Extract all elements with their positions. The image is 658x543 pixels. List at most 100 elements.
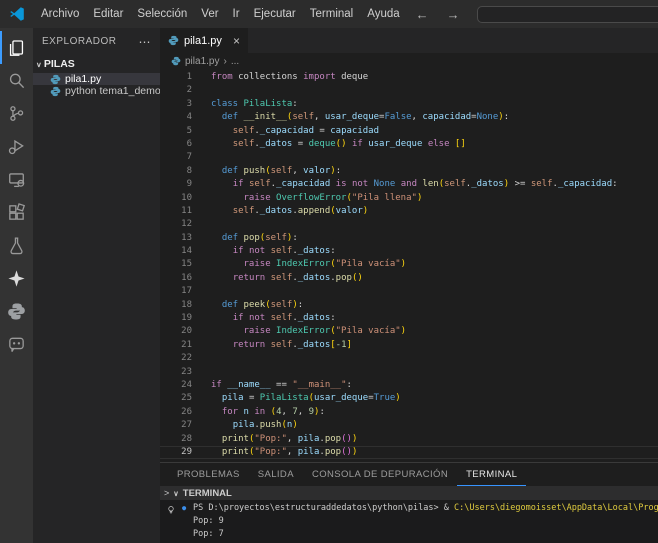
line-number: 8 (160, 165, 192, 178)
line-content: class PilaLista: (192, 98, 298, 111)
code-line[interactable]: 27 pila.push(n) (160, 419, 658, 432)
file-item-python-tema1-demo-py[interactable]: python tema1_demo.py (33, 85, 160, 97)
code-editor[interactable]: 1from collections import deque23class Pi… (160, 69, 658, 462)
line-number: 3 (160, 98, 192, 111)
line-content: self._capacidad = capacidad (192, 125, 379, 138)
activity-extensions-icon[interactable] (0, 196, 33, 229)
code-line[interactable]: 15 raise IndexError("Pila vacía") (160, 258, 658, 271)
line-content: self._datos.append(valor) (192, 205, 368, 218)
command-decoration-spacer: ● (182, 528, 193, 541)
line-number: 13 (160, 232, 192, 245)
activity-source-control-icon[interactable] (0, 97, 33, 130)
code-line[interactable]: 22 (160, 352, 658, 365)
panel-tab-problemas[interactable]: PROBLEMAS (168, 463, 249, 486)
menu-ir[interactable]: Ir (226, 0, 247, 28)
file-item-pila1-py[interactable]: pila1.py (33, 73, 160, 85)
activity-remote-explorer-icon[interactable] (0, 163, 33, 196)
code-line[interactable]: 5 self._capacidad = capacidad (160, 125, 658, 138)
line-content: def pop(self): (192, 232, 298, 245)
terminal-output[interactable]: ●PS D:\proyectos\estructuraddedatos\pyth… (160, 500, 658, 543)
activity-python-icon[interactable] (0, 295, 33, 328)
line-content (192, 285, 211, 298)
menu-terminal[interactable]: Terminal (303, 0, 360, 28)
menu-editar[interactable]: Editar (86, 0, 130, 28)
code-line[interactable]: 13 def pop(self): (160, 232, 658, 245)
code-line[interactable]: 2 (160, 84, 658, 97)
code-line[interactable]: 20 raise IndexError("Pila vacía") (160, 325, 658, 338)
breadcrumb[interactable]: pila1.py › ... (160, 53, 658, 69)
chevron-down-icon: ∨ (173, 489, 179, 498)
menu-selección[interactable]: Selección (130, 0, 194, 28)
code-line[interactable]: 25 pila = PilaLista(usar_deque=True) (160, 392, 658, 405)
command-decoration-icon: ● (182, 502, 193, 515)
line-number: 11 (160, 205, 192, 218)
code-line[interactable]: 26 for n in (4, 7, 9): (160, 406, 658, 419)
terminal-section-header[interactable]: > ∨ TERMINAL (160, 486, 658, 500)
line-number: 22 (160, 352, 192, 365)
menu-ejecutar[interactable]: Ejecutar (247, 0, 303, 28)
code-line[interactable]: 1from collections import deque (160, 71, 658, 84)
bottom-panel: PROBLEMASSALIDACONSOLA DE DEPURACIÓNTERM… (160, 462, 658, 543)
panel-tab-salida[interactable]: SALIDA (249, 463, 303, 486)
breadcrumb-more[interactable]: ... (231, 56, 239, 67)
line-content: raise IndexError("Pila vacía") (192, 325, 406, 338)
code-line[interactable]: 4 def __init__(self, usar_deque=False, c… (160, 111, 658, 124)
code-line[interactable]: 17 (160, 285, 658, 298)
activity-explorer-icon[interactable] (0, 31, 33, 64)
terminal-text: PS D:\proyectos\estructuraddedatos\pytho… (193, 502, 658, 515)
more-actions-icon[interactable]: ⋯ (139, 35, 152, 49)
python-file-icon (50, 74, 61, 85)
folder-section-label: PILAS (44, 58, 75, 70)
line-number: 10 (160, 192, 192, 205)
python-file-icon (50, 86, 61, 97)
activity-run-debug-icon[interactable] (0, 130, 33, 163)
activity-copilot-chat-icon[interactable] (0, 328, 33, 361)
code-line[interactable]: 16 return self._datos.pop() (160, 272, 658, 285)
panel-collapse-icon[interactable]: > (164, 488, 169, 498)
breadcrumb-file[interactable]: pila1.py (185, 56, 219, 67)
activity-testing-icon[interactable] (0, 229, 33, 262)
close-icon[interactable]: × (233, 35, 240, 47)
code-line[interactable]: 3class PilaLista: (160, 98, 658, 111)
line-content: return self._datos[-1] (192, 339, 352, 352)
code-line[interactable]: 24if __name__ == "__main__": (160, 379, 658, 392)
line-number: 7 (160, 151, 192, 164)
code-line[interactable]: 9 if self._capacidad is not None and len… (160, 178, 658, 191)
code-line[interactable]: 21 return self._datos[-1] (160, 339, 658, 352)
tab-pila1-py[interactable]: pila1.py × (160, 28, 248, 53)
panel-tab-terminal[interactable]: TERMINAL (457, 463, 526, 486)
folder-section-pilas[interactable]: ∨ PILAS (33, 55, 160, 73)
panel-tab-consola-de-depuraci-n[interactable]: CONSOLA DE DEPURACIÓN (303, 463, 457, 486)
menubar: ArchivoEditarSelecciónVerIrEjecutarTermi… (34, 0, 407, 28)
code-line[interactable]: 8 def push(self, valor): (160, 165, 658, 178)
nav-forward-icon[interactable]: → (438, 7, 469, 22)
menu-archivo[interactable]: Archivo (34, 0, 86, 28)
sidebar-title: EXPLORADOR (42, 36, 116, 47)
code-line[interactable]: 14 if not self._datos: (160, 245, 658, 258)
code-line[interactable]: 23 (160, 366, 658, 379)
line-content: pila = PilaLista(usar_deque=True) (192, 392, 401, 405)
code-line[interactable]: 10 raise OverflowError("Pila llena") (160, 192, 658, 205)
nav-back-icon[interactable]: ← (407, 7, 438, 22)
activity-copilot-sparkle-icon[interactable] (0, 262, 33, 295)
code-line[interactable]: 6 self._datos = deque() if usar_deque el… (160, 138, 658, 151)
activity-bar (0, 28, 33, 543)
breadcrumb-separator: › (223, 56, 226, 67)
line-number: 25 (160, 392, 192, 405)
activity-search-icon[interactable] (0, 64, 33, 97)
menu-ayuda[interactable]: Ayuda (360, 0, 406, 28)
code-line[interactable]: 29 print("Pop:", pila.pop()) (160, 446, 658, 459)
explorer-sidebar: EXPLORADOR ⋯ ∨ PILAS pila1.pypython tema… (33, 28, 160, 543)
lightbulb-icon (166, 504, 176, 516)
code-line[interactable]: 12 (160, 218, 658, 231)
line-content: pila.push(n) (192, 419, 298, 432)
command-center-searchbox[interactable] (477, 6, 658, 23)
code-line[interactable]: 18 def peek(self): (160, 299, 658, 312)
code-line[interactable]: 7 (160, 151, 658, 164)
code-line[interactable]: 19 if not self._datos: (160, 312, 658, 325)
code-line[interactable]: 28 print("Pop:", pila.pop()) (160, 433, 658, 446)
file-list: pila1.pypython tema1_demo.py (33, 73, 160, 97)
code-line[interactable]: 11 self._datos.append(valor) (160, 205, 658, 218)
menu-ver[interactable]: Ver (194, 0, 225, 28)
line-content (192, 366, 211, 379)
